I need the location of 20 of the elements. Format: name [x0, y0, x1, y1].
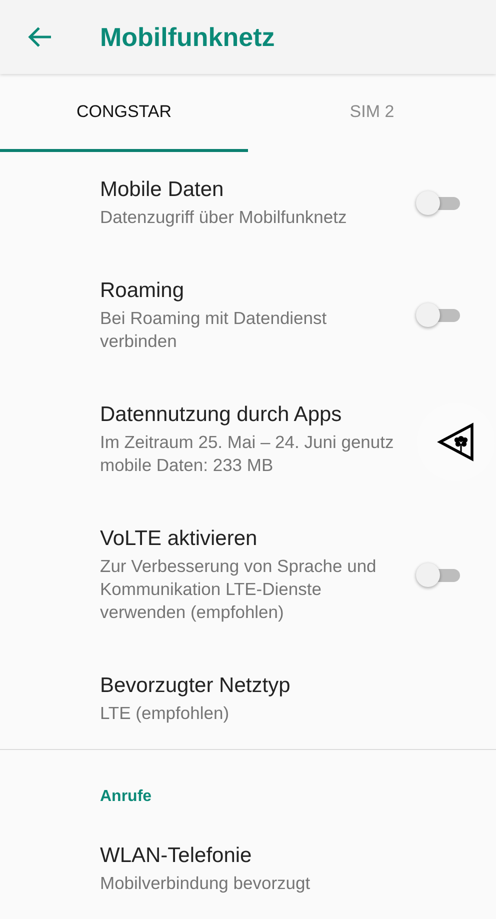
toggle-switch[interactable] [416, 562, 462, 586]
toggle-switch[interactable] [416, 303, 462, 327]
setting-summary: Bei Roaming mit Datendienst verbinden [100, 307, 328, 353]
setting-title[interactable]: Datennutzung durch Apps [100, 401, 414, 429]
tab[interactable]: CONGSTAR [0, 74, 248, 152]
back-arrow-icon[interactable] [27, 26, 53, 48]
triangle-flower-icon [436, 422, 476, 462]
setting-title[interactable]: Roaming [100, 277, 400, 305]
setting-title[interactable]: Mobile Daten [100, 176, 400, 204]
toggle-switch[interactable] [416, 190, 462, 214]
section-header: Anrufe [99, 787, 153, 807]
setting-summary: Datenzugriff über Mobilfunknetz [100, 206, 348, 229]
setting-summary: Im Zeitraum 25. Mai – 24. Juni genutz mobile Daten: 233 MB [100, 431, 395, 477]
setting-title[interactable]: Bevorzugter Netztyp [100, 672, 414, 700]
setting-summary: LTE (empfohlen) [100, 702, 230, 725]
setting-summary: Mobilverbindung bevorzugt [100, 872, 312, 895]
setting-title[interactable]: VoLTE aktivieren [100, 525, 400, 553]
screen-title: Mobilfunknetz [100, 22, 275, 52]
setting-summary: Zur Verbesserung von Sprache und Kommunikation LTE-Dienste verwenden (empfohlen) [100, 555, 378, 624]
setting-title[interactable]: WLAN-Telefonie [100, 842, 414, 870]
